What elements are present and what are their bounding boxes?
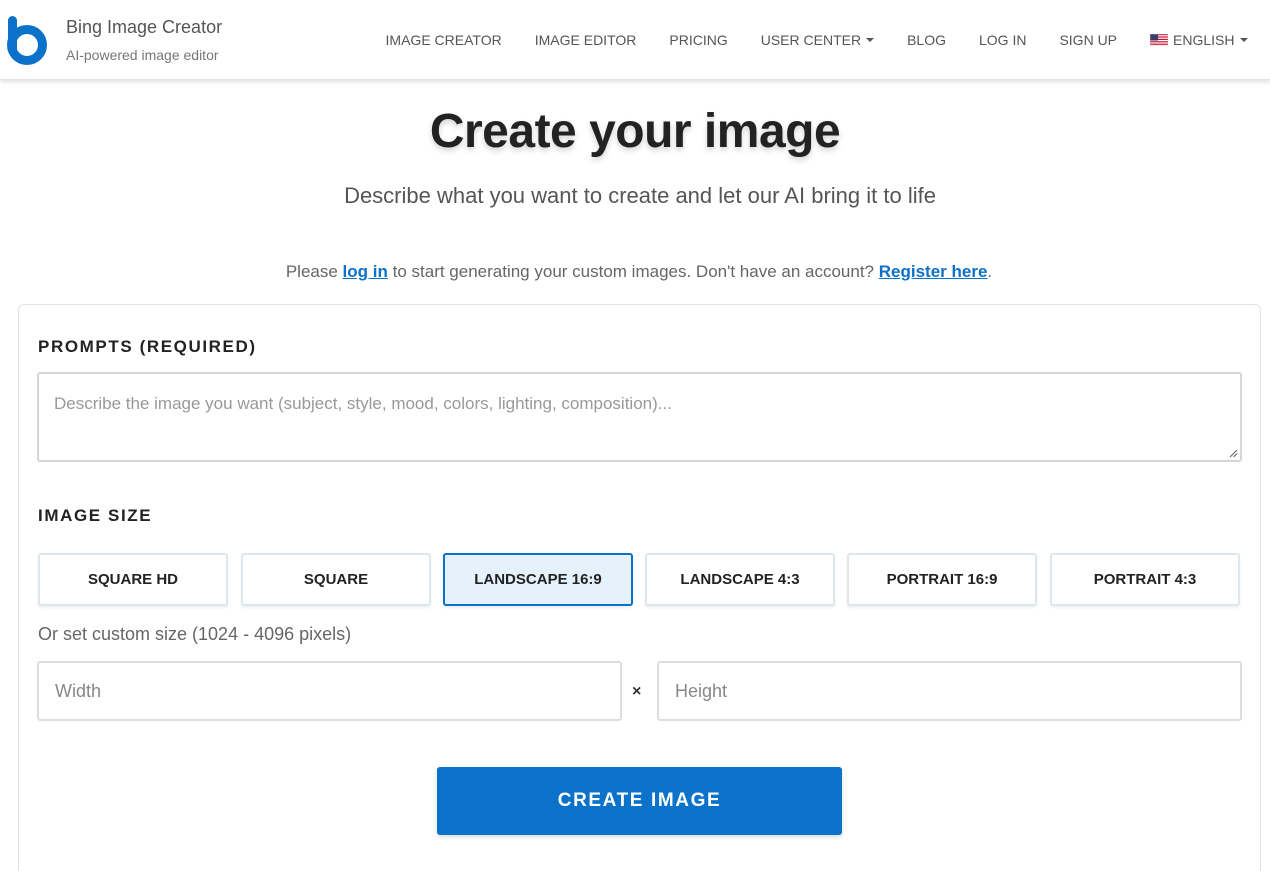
- image-size-label: IMAGE SIZE: [38, 506, 153, 525]
- width-input[interactable]: [37, 661, 622, 721]
- nav-pricing[interactable]: PRICING: [653, 32, 744, 48]
- prompts-label: PROMPTS (REQUIRED): [38, 337, 257, 356]
- times-symbol: ×: [632, 683, 642, 700]
- page-subtitle: Describe what you want to create and let…: [344, 183, 936, 208]
- nav-user-center-label: USER CENTER: [760, 32, 862, 48]
- nav-user-center[interactable]: USER CENTER: [744, 32, 890, 48]
- brand-title: Bing Image Creator: [66, 17, 223, 37]
- resize-grip-icon[interactable]: [1228, 448, 1238, 458]
- main-nav: IMAGE CREATOR IMAGE EDITOR PRICING USER …: [369, 0, 1264, 80]
- login-notice: Please log in to start generating your c…: [0, 262, 1270, 282]
- login-notice-prefix: Please: [285, 262, 338, 281]
- log-in-link[interactable]: log in: [343, 262, 388, 281]
- nav-blog[interactable]: BLOG: [891, 32, 963, 48]
- caret-down-icon: [866, 38, 875, 42]
- nav-log-in[interactable]: LOG IN: [962, 32, 1042, 48]
- nav-image-creator[interactable]: IMAGE CREATOR: [369, 32, 518, 48]
- size-portrait-16-9-button[interactable]: PORTRAIT 16:9: [847, 553, 1037, 606]
- page-title: Create your image: [429, 105, 841, 158]
- size-landscape-4-3-button[interactable]: LANDSCAPE 4:3: [645, 553, 835, 606]
- nav-image-editor[interactable]: IMAGE EDITOR: [518, 32, 653, 48]
- register-link[interactable]: Register here: [879, 262, 988, 281]
- size-landscape-16-9-button[interactable]: LANDSCAPE 16:9: [443, 553, 633, 606]
- language-label: ENGLISH: [1173, 32, 1235, 48]
- prompt-input[interactable]: [37, 372, 1242, 462]
- size-portrait-4-3-button[interactable]: PORTRAIT 4:3: [1050, 553, 1240, 606]
- brand-text: Bing Image Creator AI-powered image edit…: [66, 16, 222, 64]
- height-input[interactable]: [657, 661, 1242, 721]
- custom-size-note: Or set custom size (1024 - 4096 pixels): [38, 624, 352, 644]
- brand-subtitle: AI-powered image editor: [66, 47, 219, 63]
- top-navbar: Bing Image Creator AI-powered image edit…: [0, 0, 1270, 80]
- caret-down-icon: [1239, 38, 1248, 42]
- nav-sign-up[interactable]: SIGN UP: [1043, 32, 1134, 48]
- brand[interactable]: Bing Image Creator AI-powered image edit…: [6, 14, 222, 66]
- us-flag-icon: [1150, 34, 1169, 46]
- login-notice-middle: to start generating your custom images. …: [392, 262, 875, 281]
- language-selector[interactable]: ENGLISH: [1134, 32, 1264, 48]
- size-square-button[interactable]: SQUARE: [241, 553, 431, 606]
- bing-logo-icon[interactable]: [6, 14, 48, 66]
- create-image-button[interactable]: CREATE IMAGE: [437, 767, 842, 835]
- login-notice-suffix: .: [987, 262, 993, 281]
- size-square-hd-button[interactable]: SQUARE HD: [38, 553, 228, 606]
